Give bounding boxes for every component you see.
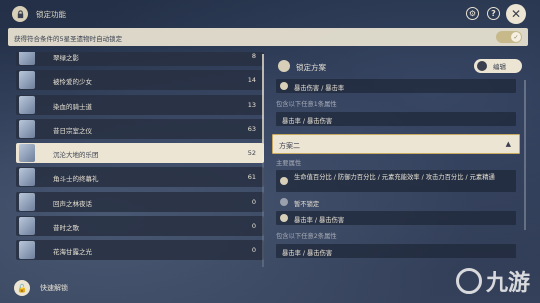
- crown-icon: [280, 214, 288, 222]
- artifact-thumbnail: [19, 119, 35, 138]
- set-name: 回声之林夜话: [53, 199, 92, 208]
- artifact-set-list: 翠绿之影 8 被怜爱的少女 14 染血的骑士道 13 昔日宗室之仪 63 沉沦大…: [16, 52, 264, 267]
- artifact-thumbnail: [19, 241, 35, 260]
- cup-icon: [280, 198, 288, 206]
- edit-label: 编辑: [493, 63, 506, 71]
- quick-unlock-button[interactable]: 🔓 快速解锁: [14, 280, 68, 296]
- artifact-thumbnail: [19, 192, 35, 211]
- set-count: 0: [251, 222, 256, 231]
- panel-scrollbar[interactable]: [524, 80, 526, 230]
- list-scrollbar[interactable]: [262, 54, 264, 267]
- artifact-thumbnail: [19, 144, 35, 163]
- lock-icon: [12, 6, 28, 22]
- main-stat-heading: 主要属性: [276, 160, 302, 167]
- plan1-sub-stat-text: 暴击率 / 暴击伤害: [282, 117, 333, 125]
- gear-icon: [477, 61, 487, 71]
- plan2-stat-text: 暴击率 / 暴击伤害: [294, 216, 345, 224]
- close-button[interactable]: ✕: [506, 4, 526, 24]
- crown-icon: [280, 82, 288, 90]
- list-item[interactable]: 花海甘露之光 0: [16, 240, 264, 261]
- set-name: 被怜爱的少女: [53, 78, 92, 87]
- page-title: 锁定功能: [36, 10, 66, 19]
- close-icon: ✕: [510, 7, 522, 21]
- set-name: 昔时之歌: [53, 224, 79, 233]
- artifact-thumbnail: [19, 71, 35, 90]
- plan1-main-stat: 暴击伤害 / 暴击率: [276, 79, 516, 93]
- plan2-main-stat: 生命值百分比 / 防御力百分比 / 元素充能效率 / 攻击力百分比 / 元素精通: [276, 170, 516, 192]
- artifact-thumbnail: [19, 95, 35, 114]
- plan2-main-stat-text: 生命值百分比 / 防御力百分比 / 元素充能效率 / 攻击力百分比 / 元素精通: [294, 173, 495, 181]
- watermark-logo: [455, 268, 482, 294]
- set-count: 0: [251, 197, 256, 206]
- plan2-dropdown[interactable]: 方案二 ▲: [272, 134, 520, 154]
- help-icon[interactable]: ?: [487, 7, 500, 20]
- scroll-thumb[interactable]: [262, 54, 264, 154]
- artifact-thumbnail: [19, 217, 35, 236]
- set-name: 翠绿之影: [53, 54, 79, 62]
- plan2-stat: 暴击率 / 暴击伤害: [276, 211, 516, 225]
- list-item[interactable]: 昔时之歌 0: [16, 216, 264, 237]
- set-count: 63: [247, 124, 256, 133]
- plan1-sub-stat: 暴击率 / 暴击伤害: [276, 112, 516, 126]
- unlock-icon: 🔓: [14, 280, 30, 296]
- set-name: 沉沦大地的乐团: [53, 151, 99, 160]
- caret-up-icon: ▲: [505, 140, 511, 148]
- set-name: 染血的骑士道: [53, 102, 92, 111]
- list-item[interactable]: 昔日宗室之仪 63: [16, 118, 264, 139]
- autolock-toggle[interactable]: ✓: [496, 31, 522, 43]
- plan2-sub-stat-text: 暴击率 / 暴击伤害: [282, 249, 333, 257]
- edit-button[interactable]: 编辑: [474, 59, 522, 73]
- set-count: 14: [247, 76, 256, 85]
- plan1-main-stat-text: 暴击伤害 / 暴击率: [294, 84, 345, 92]
- lock-plan-panel: 锁定方案 编辑 暴击伤害 / 暴击率 包含以下任意1条属性 暴击率 / 暴击伤害…: [272, 54, 526, 262]
- autolock-label: 获得符合条件的5星圣遗物时自动锁定: [14, 35, 123, 43]
- plan1-include-label: 包含以下任意1条属性: [276, 101, 337, 108]
- quick-unlock-label: 快速解锁: [40, 284, 68, 292]
- set-count: 13: [247, 100, 256, 109]
- plan2-unlocked: 暂不锁定: [276, 195, 516, 209]
- check-icon: ✓: [511, 32, 521, 42]
- watermark: 九游: [455, 265, 530, 297]
- set-count: 0: [251, 246, 256, 255]
- artifact-thumbnail: [19, 52, 35, 65]
- set-name: 昔日宗室之仪: [53, 126, 92, 135]
- autolock-bar: 获得符合条件的5星圣遗物时自动锁定 ✓: [8, 28, 528, 46]
- list-item[interactable]: 翠绿之影 8: [16, 52, 264, 66]
- list-item[interactable]: 被怜爱的少女 14: [16, 70, 264, 91]
- plan-icon: [278, 60, 290, 72]
- plan-header: 锁定方案 编辑: [276, 57, 524, 77]
- list-item[interactable]: 回声之林夜话 0: [16, 191, 264, 212]
- set-name: 花海甘露之光: [53, 248, 92, 257]
- hourglass-icon: [280, 177, 288, 185]
- plan2-include-label: 包含以下任意2条属性: [276, 233, 337, 240]
- set-name: 角斗士的终幕礼: [53, 175, 99, 184]
- artifact-thumbnail: [19, 168, 35, 187]
- set-count: 8: [251, 52, 256, 60]
- list-item[interactable]: 角斗士的终幕礼 61: [16, 167, 264, 188]
- plan-title: 锁定方案: [296, 63, 326, 72]
- plan2-unlocked-text: 暂不锁定: [294, 200, 320, 208]
- list-item[interactable]: 染血的骑士道 13: [16, 94, 264, 115]
- settings-icon[interactable]: ⚙: [466, 7, 479, 20]
- watermark-text: 九游: [485, 271, 530, 296]
- list-item-selected[interactable]: 沉沦大地的乐团 52: [16, 143, 264, 164]
- set-count: 61: [247, 173, 256, 182]
- plan2-label: 方案二: [279, 142, 300, 150]
- set-count: 52: [247, 149, 256, 158]
- header: 锁定功能 ⚙ ? ✕: [0, 0, 540, 28]
- plan2-sub-stat: 暴击率 / 暴击伤害: [276, 244, 516, 258]
